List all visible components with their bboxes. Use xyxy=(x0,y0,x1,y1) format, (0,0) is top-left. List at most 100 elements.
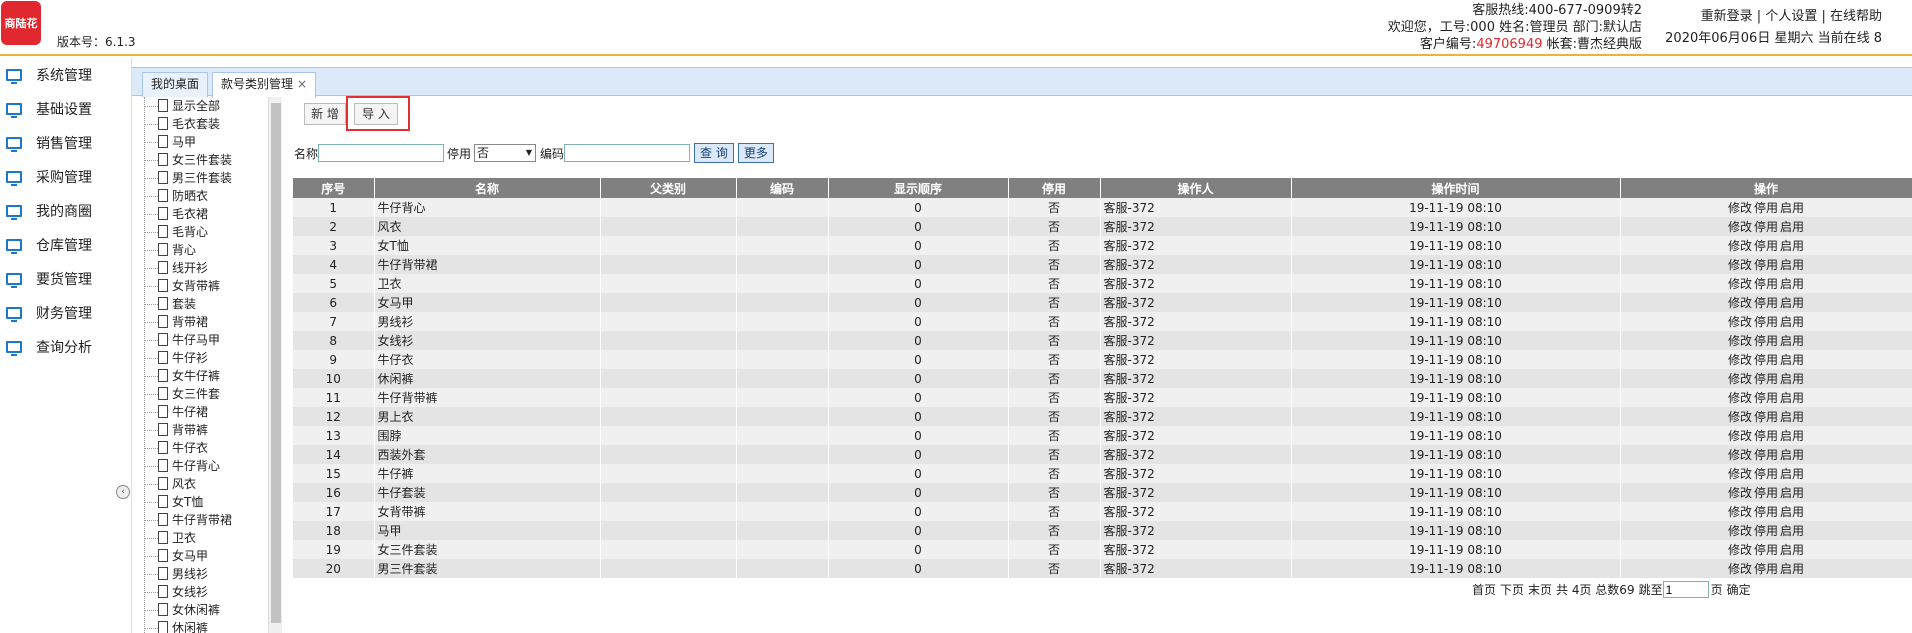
enable-link[interactable]: 启用 xyxy=(1780,562,1804,576)
tree-item[interactable]: 风衣 xyxy=(140,475,270,493)
tree-item[interactable]: 套装 xyxy=(140,295,270,313)
tree-item[interactable]: 牛仔背带裙 xyxy=(140,511,270,529)
edit-link[interactable]: 修改 xyxy=(1728,467,1752,481)
tree-item[interactable]: 女背带裤 xyxy=(140,277,270,295)
table-row[interactable]: 12 男上衣 0 否客服-372 19-11-19 08:10 修改 停用 启用 xyxy=(293,407,1912,426)
new-button[interactable]: 新 增 xyxy=(304,103,346,125)
table-row[interactable]: 17 女背带裤 0 否客服-372 19-11-19 08:10 修改 停用 启用 xyxy=(293,502,1912,521)
table-row[interactable]: 9 牛仔衣 0 否客服-372 19-11-19 08:10 修改 停用 启用 xyxy=(293,350,1912,369)
enable-link[interactable]: 启用 xyxy=(1780,372,1804,386)
enable-link[interactable]: 启用 xyxy=(1780,353,1804,367)
tree-item[interactable]: 女三件套装 xyxy=(140,151,270,169)
enable-link[interactable]: 启用 xyxy=(1780,448,1804,462)
name-input[interactable] xyxy=(318,144,445,162)
nav-item[interactable]: 采购管理 xyxy=(0,160,118,194)
tree-item[interactable]: 男三件套装 xyxy=(140,169,270,187)
tree-item[interactable]: 女牛仔裤 xyxy=(140,367,270,385)
nav-item[interactable]: 仓库管理 xyxy=(0,228,118,262)
edit-link[interactable]: 修改 xyxy=(1728,220,1752,234)
edit-link[interactable]: 修改 xyxy=(1728,201,1752,215)
disable-link[interactable]: 停用 xyxy=(1754,505,1778,519)
table-row[interactable]: 20 男三件套装 0 否客服-372 19-11-19 08:10 修改 停用 启用 xyxy=(293,559,1912,578)
edit-link[interactable]: 修改 xyxy=(1728,505,1752,519)
relogin-link[interactable]: 重新登录 xyxy=(1701,9,1753,24)
more-button[interactable]: 更多 xyxy=(737,143,774,163)
disable-link[interactable]: 停用 xyxy=(1754,258,1778,272)
personal-settings-link[interactable]: 个人设置 xyxy=(1765,9,1817,24)
nav-item[interactable]: 系统管理 xyxy=(0,58,118,92)
enable-link[interactable]: 启用 xyxy=(1780,201,1804,215)
enable-link[interactable]: 启用 xyxy=(1780,467,1804,481)
table-row[interactable]: 5 卫衣 0 否客服-372 19-11-19 08:10 修改 停用 启用 xyxy=(293,274,1912,293)
enable-link[interactable]: 启用 xyxy=(1780,391,1804,405)
tab-style-category[interactable]: 款号类别管理 × xyxy=(212,72,317,98)
tree-item[interactable]: 毛衣裙 xyxy=(140,205,270,223)
table-row[interactable]: 18 马甲 0 否客服-372 19-11-19 08:10 修改 停用 启用 xyxy=(293,521,1912,540)
disable-link[interactable]: 停用 xyxy=(1754,239,1778,253)
enable-link[interactable]: 启用 xyxy=(1780,334,1804,348)
tree-item[interactable]: 显示全部 xyxy=(140,97,270,115)
tree-item[interactable]: 休闲裤 xyxy=(140,619,270,633)
next-page-link[interactable]: 下页 xyxy=(1500,581,1524,598)
last-page-link[interactable]: 末页 xyxy=(1528,581,1552,598)
edit-link[interactable]: 修改 xyxy=(1728,372,1752,386)
disable-link[interactable]: 停用 xyxy=(1754,353,1778,367)
table-row[interactable]: 8 女线衫 0 否客服-372 19-11-19 08:10 修改 停用 启用 xyxy=(293,331,1912,350)
disable-link[interactable]: 停用 xyxy=(1754,277,1778,291)
table-row[interactable]: 16 牛仔套装 0 否客服-372 19-11-19 08:10 修改 停用 启用 xyxy=(293,483,1912,502)
enable-link[interactable]: 启用 xyxy=(1780,277,1804,291)
code-input[interactable] xyxy=(564,144,691,162)
enable-link[interactable]: 启用 xyxy=(1780,486,1804,500)
disable-link[interactable]: 停用 xyxy=(1754,486,1778,500)
table-row[interactable]: 2 风衣 0 否客服-372 19-11-19 08:10 修改 停用 启用 xyxy=(293,217,1912,236)
edit-link[interactable]: 修改 xyxy=(1728,524,1752,538)
enable-link[interactable]: 启用 xyxy=(1780,543,1804,557)
collapse-arrow-icon[interactable]: ‹ xyxy=(116,485,130,499)
tree-item[interactable]: 女休闲裤 xyxy=(140,601,270,619)
enable-link[interactable]: 启用 xyxy=(1780,429,1804,443)
edit-link[interactable]: 修改 xyxy=(1728,239,1752,253)
edit-link[interactable]: 修改 xyxy=(1728,296,1752,310)
table-row[interactable]: 3 女T恤 0 否客服-372 19-11-19 08:10 修改 停用 启用 xyxy=(293,236,1912,255)
table-row[interactable]: 11 牛仔背带裤 0 否客服-372 19-11-19 08:10 修改 停用 启用 xyxy=(293,388,1912,407)
disable-link[interactable]: 停用 xyxy=(1754,543,1778,557)
enable-link[interactable]: 启用 xyxy=(1780,315,1804,329)
edit-link[interactable]: 修改 xyxy=(1728,410,1752,424)
disable-link[interactable]: 停用 xyxy=(1754,372,1778,386)
tree-item[interactable]: 背带裙 xyxy=(140,313,270,331)
enable-link[interactable]: 启用 xyxy=(1780,239,1804,253)
enable-link[interactable]: 启用 xyxy=(1780,524,1804,538)
tree-scrollbar[interactable] xyxy=(268,97,282,633)
first-page-link[interactable]: 首页 xyxy=(1472,581,1496,598)
tree-item[interactable]: 马甲 xyxy=(140,133,270,151)
table-row[interactable]: 14 西装外套 0 否客服-372 19-11-19 08:10 修改 停用 启用 xyxy=(293,445,1912,464)
edit-link[interactable]: 修改 xyxy=(1728,353,1752,367)
edit-link[interactable]: 修改 xyxy=(1728,543,1752,557)
tree-item[interactable]: 毛衣套装 xyxy=(140,115,270,133)
enable-link[interactable]: 启用 xyxy=(1780,296,1804,310)
page-input[interactable] xyxy=(1662,581,1709,598)
tree-item[interactable]: 女三件套 xyxy=(140,385,270,403)
online-help-link[interactable]: 在线帮助 xyxy=(1830,9,1882,24)
table-row[interactable]: 15 牛仔裤 0 否客服-372 19-11-19 08:10 修改 停用 启用 xyxy=(293,464,1912,483)
tree-item[interactable]: 牛仔衣 xyxy=(140,439,270,457)
disable-link[interactable]: 停用 xyxy=(1754,524,1778,538)
disable-link[interactable]: 停用 xyxy=(1754,334,1778,348)
edit-link[interactable]: 修改 xyxy=(1728,429,1752,443)
tree-item[interactable]: 背心 xyxy=(140,241,270,259)
disable-link[interactable]: 停用 xyxy=(1754,391,1778,405)
tree-item[interactable]: 牛仔马甲 xyxy=(140,331,270,349)
disable-link[interactable]: 停用 xyxy=(1754,429,1778,443)
disable-link[interactable]: 停用 xyxy=(1754,201,1778,215)
disabled-select[interactable]: 否 xyxy=(474,144,537,162)
tree-item[interactable]: 背带裤 xyxy=(140,421,270,439)
disable-link[interactable]: 停用 xyxy=(1754,467,1778,481)
nav-item[interactable]: 基础设置 xyxy=(0,92,118,126)
nav-item[interactable]: 我的商圈 xyxy=(0,194,118,228)
scrollbar-thumb[interactable] xyxy=(271,103,281,623)
edit-link[interactable]: 修改 xyxy=(1728,258,1752,272)
nav-item[interactable]: 查询分析 xyxy=(0,330,118,364)
tree-item[interactable]: 卫衣 xyxy=(140,529,270,547)
tree-item[interactable]: 女T恤 xyxy=(140,493,270,511)
enable-link[interactable]: 启用 xyxy=(1780,220,1804,234)
